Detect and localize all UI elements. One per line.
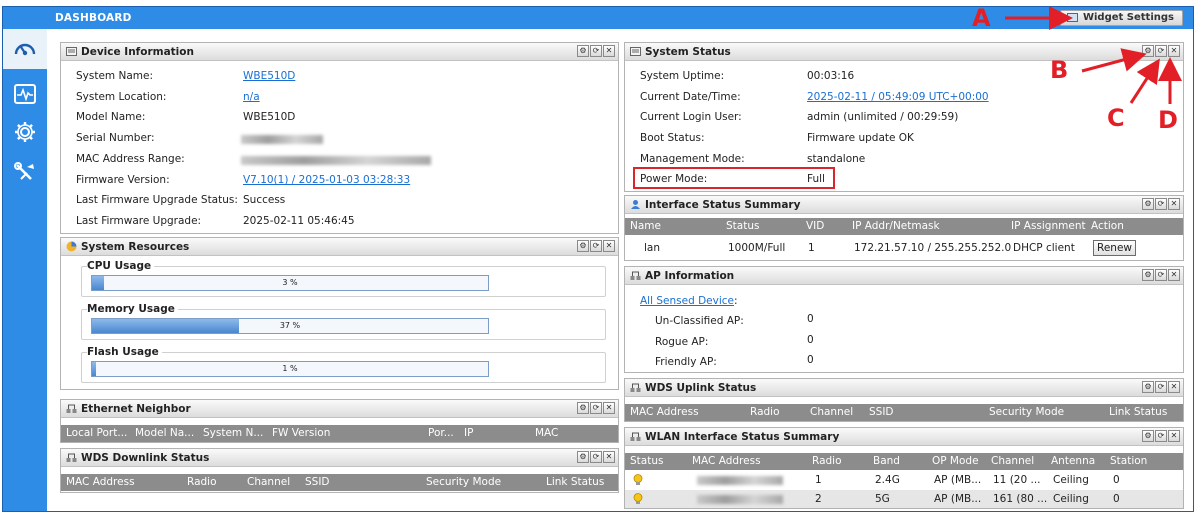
callout-b: B bbox=[1050, 56, 1069, 84]
callout-a: A bbox=[972, 4, 991, 32]
callout-c: C bbox=[1107, 104, 1125, 132]
screen: DASHBOARD Widget Settings Device Informa… bbox=[0, 0, 1200, 519]
callout-d: D bbox=[1158, 106, 1178, 134]
callout-arrows bbox=[1005, 6, 1182, 104]
